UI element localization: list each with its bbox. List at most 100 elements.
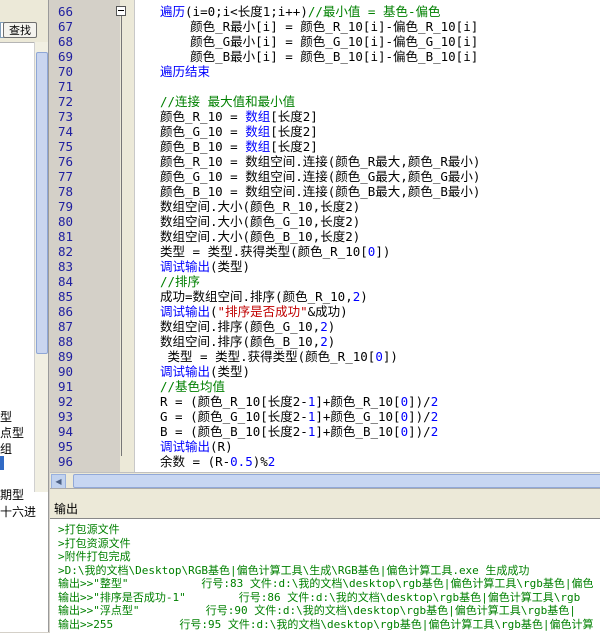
code-line[interactable]: 78 颜色_B_10 = 数组空间.连接(颜色_B最大,颜色_B最小)	[50, 184, 600, 199]
code-line[interactable]: 77 颜色_G_10 = 数组空间.连接(颜色_G最大,颜色_G最小)	[50, 169, 600, 184]
code-line[interactable]: 70 遍历结束	[50, 64, 600, 79]
tree-item[interactable]: 期型	[0, 486, 24, 503]
code-line[interactable]: 90 调试输出(类型)	[50, 364, 600, 379]
code-token: ])/	[408, 409, 431, 424]
code-line[interactable]: 83 调试输出(类型)	[50, 259, 600, 274]
code-token: (	[210, 304, 218, 319]
line-number: 87	[58, 319, 74, 334]
code-token: 颜色_G最小[i] = 颜色_G_10[i]-偏色_G_10[i]	[160, 34, 479, 49]
line-number: 76	[58, 154, 74, 169]
scroll-left-icon[interactable]: ◀	[51, 474, 66, 489]
code-line[interactable]: 94 B = (颜色_B_10[长度2-1]+颜色_B_10[0])/2	[50, 424, 600, 439]
editor-scrollbar-thumb[interactable]	[73, 474, 600, 488]
line-number: 73	[58, 109, 74, 124]
code-token: (R)	[210, 439, 233, 454]
code-line[interactable]: 75 颜色_B_10 = 数组[长度2]	[50, 139, 600, 154]
code-line[interactable]: 76 颜色_R_10 = 数组空间.连接(颜色_R最大,颜色_R最小)	[50, 154, 600, 169]
collapse-icon[interactable]	[116, 6, 126, 16]
code-line[interactable]: 80 数组空间.大小(颜色_G_10,长度2)	[50, 214, 600, 229]
code-text: 数组空间.大小(颜色_G_10,长度2)	[160, 214, 360, 229]
code-line[interactable]: 85 成功=数组空间.排序(颜色_R_10,2)	[50, 289, 600, 304]
line-number: 74	[58, 124, 74, 139]
code-token: ])	[382, 349, 398, 364]
code-token: 余数 = (R-	[160, 454, 231, 469]
editor-horizontal-scrollbar[interactable]: ◀	[50, 472, 600, 489]
output-panel[interactable]: >打包源文件 >打包资源文件 >附件打包完成 >D:\我的文档\Desktop\RGB…	[50, 518, 600, 633]
output-line: >D:\我的文档\Desktop\RGB基色|偏色计算工具\生成\RGB基色|偏…	[58, 563, 530, 577]
code-token: 0.5	[230, 454, 253, 469]
code-token: 0	[400, 409, 409, 424]
output-line: 输出>>"排序是否成功-1" 行号:86 文件:d:\我的文档\desktop\…	[58, 590, 581, 604]
code-token: 调试输出	[160, 304, 211, 319]
code-line[interactable]: 93 G = (颜色_G_10[长度2-1]+颜色_G_10[0])/2	[50, 409, 600, 424]
code-line[interactable]: 88 数组空间.排序(颜色_B_10,2)	[50, 334, 600, 349]
code-line[interactable]: 86 调试输出("排序是否成功"&成功)	[50, 304, 600, 319]
code-token: [长度2]	[270, 109, 318, 124]
code-line[interactable]: 73 颜色_R_10 = 数组[长度2]	[50, 109, 600, 124]
code-text: 调试输出(R)	[160, 439, 233, 454]
tree-item[interactable]: 十六进	[0, 503, 36, 520]
tree-item[interactable]: 点型	[0, 424, 24, 441]
code-text: 调试输出(类型)	[160, 259, 250, 274]
code-line[interactable]: 95 调试输出(R)	[50, 439, 600, 454]
code-line[interactable]: 71	[50, 79, 600, 94]
code-text: R = (颜色_R_10[长度2-1]+颜色_R_10[0])/2	[160, 394, 438, 409]
code-token: 类型 = 类型.获得类型(颜色_R_10[	[160, 349, 376, 364]
tree-scrollbar[interactable]	[34, 42, 48, 492]
output-line: >打包资源文件	[58, 536, 131, 550]
code-line[interactable]: 69 颜色_B最小[i] = 颜色_B_10[i]-偏色_B_10[i]	[50, 49, 600, 64]
code-token: 颜色_R_10 =	[160, 109, 246, 124]
code-line[interactable]: 67 颜色_R最小[i] = 颜色_R_10[i]-偏色_R_10[i]	[50, 19, 600, 34]
code-editor[interactable]: 66 遍历(i=0;i<长度1;i++)//最小值 = 基色-偏色 67 颜色_R最…	[50, 0, 600, 472]
line-number: 70	[58, 64, 74, 79]
code-token: 数组空间.大小(颜色_G_10,长度2)	[160, 214, 361, 229]
line-number: 71	[58, 79, 74, 94]
code-line[interactable]: 81 数组空间.大小(颜色_B_10,长度2)	[50, 229, 600, 244]
code-line[interactable]: 96 余数 = (R-0.5)%2	[50, 454, 600, 469]
code-line[interactable]: 84 //排序	[50, 274, 600, 289]
line-number: 82	[58, 244, 74, 259]
code-line[interactable]: 91 //基色均值	[50, 379, 600, 394]
code-text: 类型 = 类型.获得类型(颜色_R_10[0])	[160, 244, 390, 259]
tree-scrollbar-thumb[interactable]	[36, 52, 48, 354]
code-token: 数组空间.大小(颜色_B_10,长度2)	[160, 229, 361, 244]
code-text: 数组空间.大小(颜色_B_10,长度2)	[160, 229, 360, 244]
line-number: 67	[58, 19, 74, 34]
code-text: 调试输出(类型)	[160, 364, 250, 379]
code-token: )	[360, 289, 368, 304]
code-token: //基色均值	[160, 379, 226, 394]
code-token: 遍历结束	[160, 64, 211, 79]
code-text: 颜色_B_10 = 数组[长度2]	[160, 139, 318, 154]
code-token: 调试输出	[160, 364, 211, 379]
code-line[interactable]: 89 类型 = 类型.获得类型(颜色_R_10[0])	[50, 349, 600, 364]
code-token: 0	[400, 394, 409, 409]
code-line[interactable]: 66 遍历(i=0;i<长度1;i++)//最小值 = 基色-偏色	[50, 4, 600, 19]
code-line[interactable]: 82 类型 = 类型.获得类型(颜色_R_10[0])	[50, 244, 600, 259]
tree-item[interactable]: 组	[0, 440, 12, 457]
output-line: 输出>>"整型" 行号:83 文件:d:\我的文档\desktop\rgb基色|…	[58, 577, 594, 590]
code-token: )	[327, 334, 336, 349]
line-number: 66	[58, 4, 74, 19]
code-line[interactable]: 79 数组空间.大小(颜色_R_10,长度2)	[50, 199, 600, 214]
line-number: 91	[58, 379, 74, 394]
line-number: 77	[58, 169, 74, 184]
find-button[interactable]: 查找	[3, 22, 37, 38]
code-token: 2	[430, 409, 439, 424]
code-token: (类型)	[210, 259, 251, 274]
code-line[interactable]: 92 R = (颜色_R_10[长度2-1]+颜色_R_10[0])/2	[50, 394, 600, 409]
line-number: 95	[58, 439, 74, 454]
line-number: 86	[58, 304, 74, 319]
tree-item[interactable]: 型	[0, 408, 12, 425]
code-line[interactable]: 68 颜色_G最小[i] = 颜色_G_10[i]-偏色_G_10[i]	[50, 34, 600, 49]
code-token: ]+颜色_B_10[	[315, 424, 401, 439]
code-token: 成功=数组空间.排序(颜色_R_10,	[160, 289, 353, 304]
line-number: 80	[58, 214, 74, 229]
code-text: 颜色_G_10 = 数组[长度2]	[160, 124, 318, 139]
code-text: G = (颜色_G_10[长度2-1]+颜色_G_10[0])/2	[160, 409, 438, 424]
code-line[interactable]: 72 //连接 最大值和最小值	[50, 94, 600, 109]
code-token: (类型)	[210, 364, 251, 379]
code-line[interactable]: 74 颜色_G_10 = 数组[长度2]	[50, 124, 600, 139]
code-token: //连接 最大值和最小值	[160, 94, 296, 109]
code-line[interactable]: 87 数组空间.排序(颜色_G_10,2)	[50, 319, 600, 334]
line-number: 85	[58, 289, 74, 304]
